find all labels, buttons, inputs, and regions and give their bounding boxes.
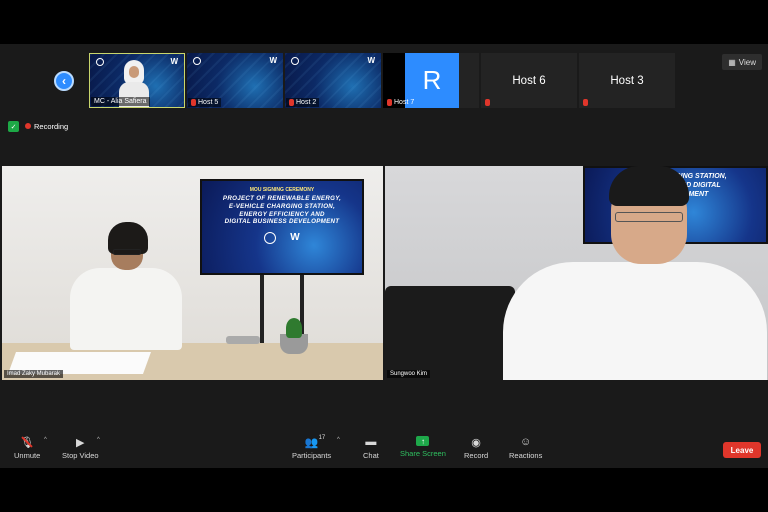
mic-muted-icon: [583, 99, 588, 106]
logo-icon: [193, 57, 201, 65]
participant-status: [580, 98, 591, 107]
participant-thumbnail[interactable]: R Host 7: [383, 53, 479, 108]
participant-video: [503, 166, 767, 380]
record-dot-icon: [25, 123, 31, 129]
video-camera-icon: ▶: [76, 436, 85, 449]
logo-icon: W: [269, 56, 277, 65]
participant-video: [64, 222, 182, 352]
previous-page-button[interactable]: ‹: [54, 71, 74, 91]
participant-name: Host 5: [188, 98, 222, 107]
microphone-muted-icon: 🎙: [20, 436, 34, 449]
record-button[interactable]: ◉ Record: [464, 436, 488, 461]
logo-icon: [264, 232, 277, 244]
unmute-button[interactable]: 🎙 Unmute: [14, 436, 40, 460]
participant-name: Imad Zaky Mubarak: [4, 370, 64, 378]
participant-thumbnail-strip: W MC - Alia Safiera W Host 5 W Host 2 R …: [89, 53, 675, 109]
participants-count: 17: [318, 435, 326, 441]
participant-thumbnail[interactable]: W MC - Alia Safiera: [89, 53, 185, 108]
sofa: [385, 286, 515, 380]
participant-name: Sungwoo Kim: [387, 370, 431, 378]
stop-video-button[interactable]: ▶ Stop Video: [62, 436, 99, 461]
participant-name: MC - Alia Safiera: [91, 97, 150, 106]
plant: [274, 318, 314, 354]
chat-button[interactable]: ▬ Chat: [363, 436, 379, 460]
grid-icon: ▦: [728, 57, 736, 67]
participants-icon: 👥 17: [304, 435, 326, 449]
logo-icon: [291, 57, 299, 65]
participant-name-large: Host 6: [512, 74, 546, 87]
mic-muted-icon: [191, 99, 196, 106]
participant-status: [482, 98, 493, 107]
chevron-left-icon: ‹: [62, 74, 66, 88]
pen-holder: [226, 336, 260, 344]
view-label: View: [738, 57, 756, 67]
leave-button[interactable]: Leave: [723, 442, 761, 458]
chat-bubble-icon: ▬: [365, 436, 377, 448]
shield-check-icon[interactable]: ✓: [8, 121, 19, 132]
participant-name-large: Host 3: [610, 74, 644, 87]
share-screen-icon: ↑: [416, 436, 430, 446]
mic-muted-icon: [289, 99, 294, 106]
main-video-right[interactable]: CHARGING STATION, ENCY AND DIGITAL DEVEL…: [385, 166, 768, 380]
participants-button[interactable]: 👥 17 Participants: [292, 435, 331, 460]
participant-thumbnail[interactable]: Host 3: [579, 53, 675, 108]
meeting-controls-bar: 🎙 Unmute ^ ▶ Stop Video ^ 👥17 Participan…: [0, 432, 768, 468]
screen-title: PROJECT OF RENEWABLE ENERGY, E-VEHICLE C…: [222, 195, 342, 226]
recording-status: Recording: [25, 122, 68, 131]
share-screen-button[interactable]: ↑ Share Screen: [400, 436, 446, 458]
screen-heading: MOU SIGNING CEREMONY: [249, 187, 315, 193]
logo-icon: [96, 58, 104, 66]
view-button[interactable]: ▦ View: [722, 54, 762, 70]
participant-name: Host 7: [384, 98, 417, 107]
video-options-chevron-icon[interactable]: ^: [97, 437, 100, 443]
recording-indicator[interactable]: ✓ Recording: [8, 121, 68, 132]
participants-options-chevron-icon[interactable]: ^: [337, 437, 340, 443]
mic-muted-icon: [387, 99, 392, 106]
smiley-plus-icon: ☺: [520, 436, 532, 448]
audio-options-chevron-icon[interactable]: ^: [44, 437, 47, 443]
participant-name: Host 2: [286, 98, 320, 107]
reactions-button[interactable]: ☺ Reactions: [509, 436, 542, 460]
mic-muted-icon: [485, 99, 490, 106]
record-icon: ◉: [471, 436, 481, 449]
participant-thumbnail[interactable]: W Host 2: [285, 53, 381, 108]
logo-icon: W: [170, 57, 178, 66]
logo-icon: W: [367, 56, 375, 65]
zoom-meeting-window: ‹ ▦ View W MC - Alia Safiera W Host 5 W …: [0, 44, 768, 468]
participant-thumbnail[interactable]: W Host 5: [187, 53, 283, 108]
presentation-screen: MOU SIGNING CEREMONY PROJECT OF RENEWABL…: [200, 179, 364, 275]
logo-icon: W: [290, 232, 300, 243]
main-video-left[interactable]: MOU SIGNING CEREMONY PROJECT OF RENEWABL…: [2, 166, 383, 380]
participant-thumbnail[interactable]: Host 6: [481, 53, 577, 108]
